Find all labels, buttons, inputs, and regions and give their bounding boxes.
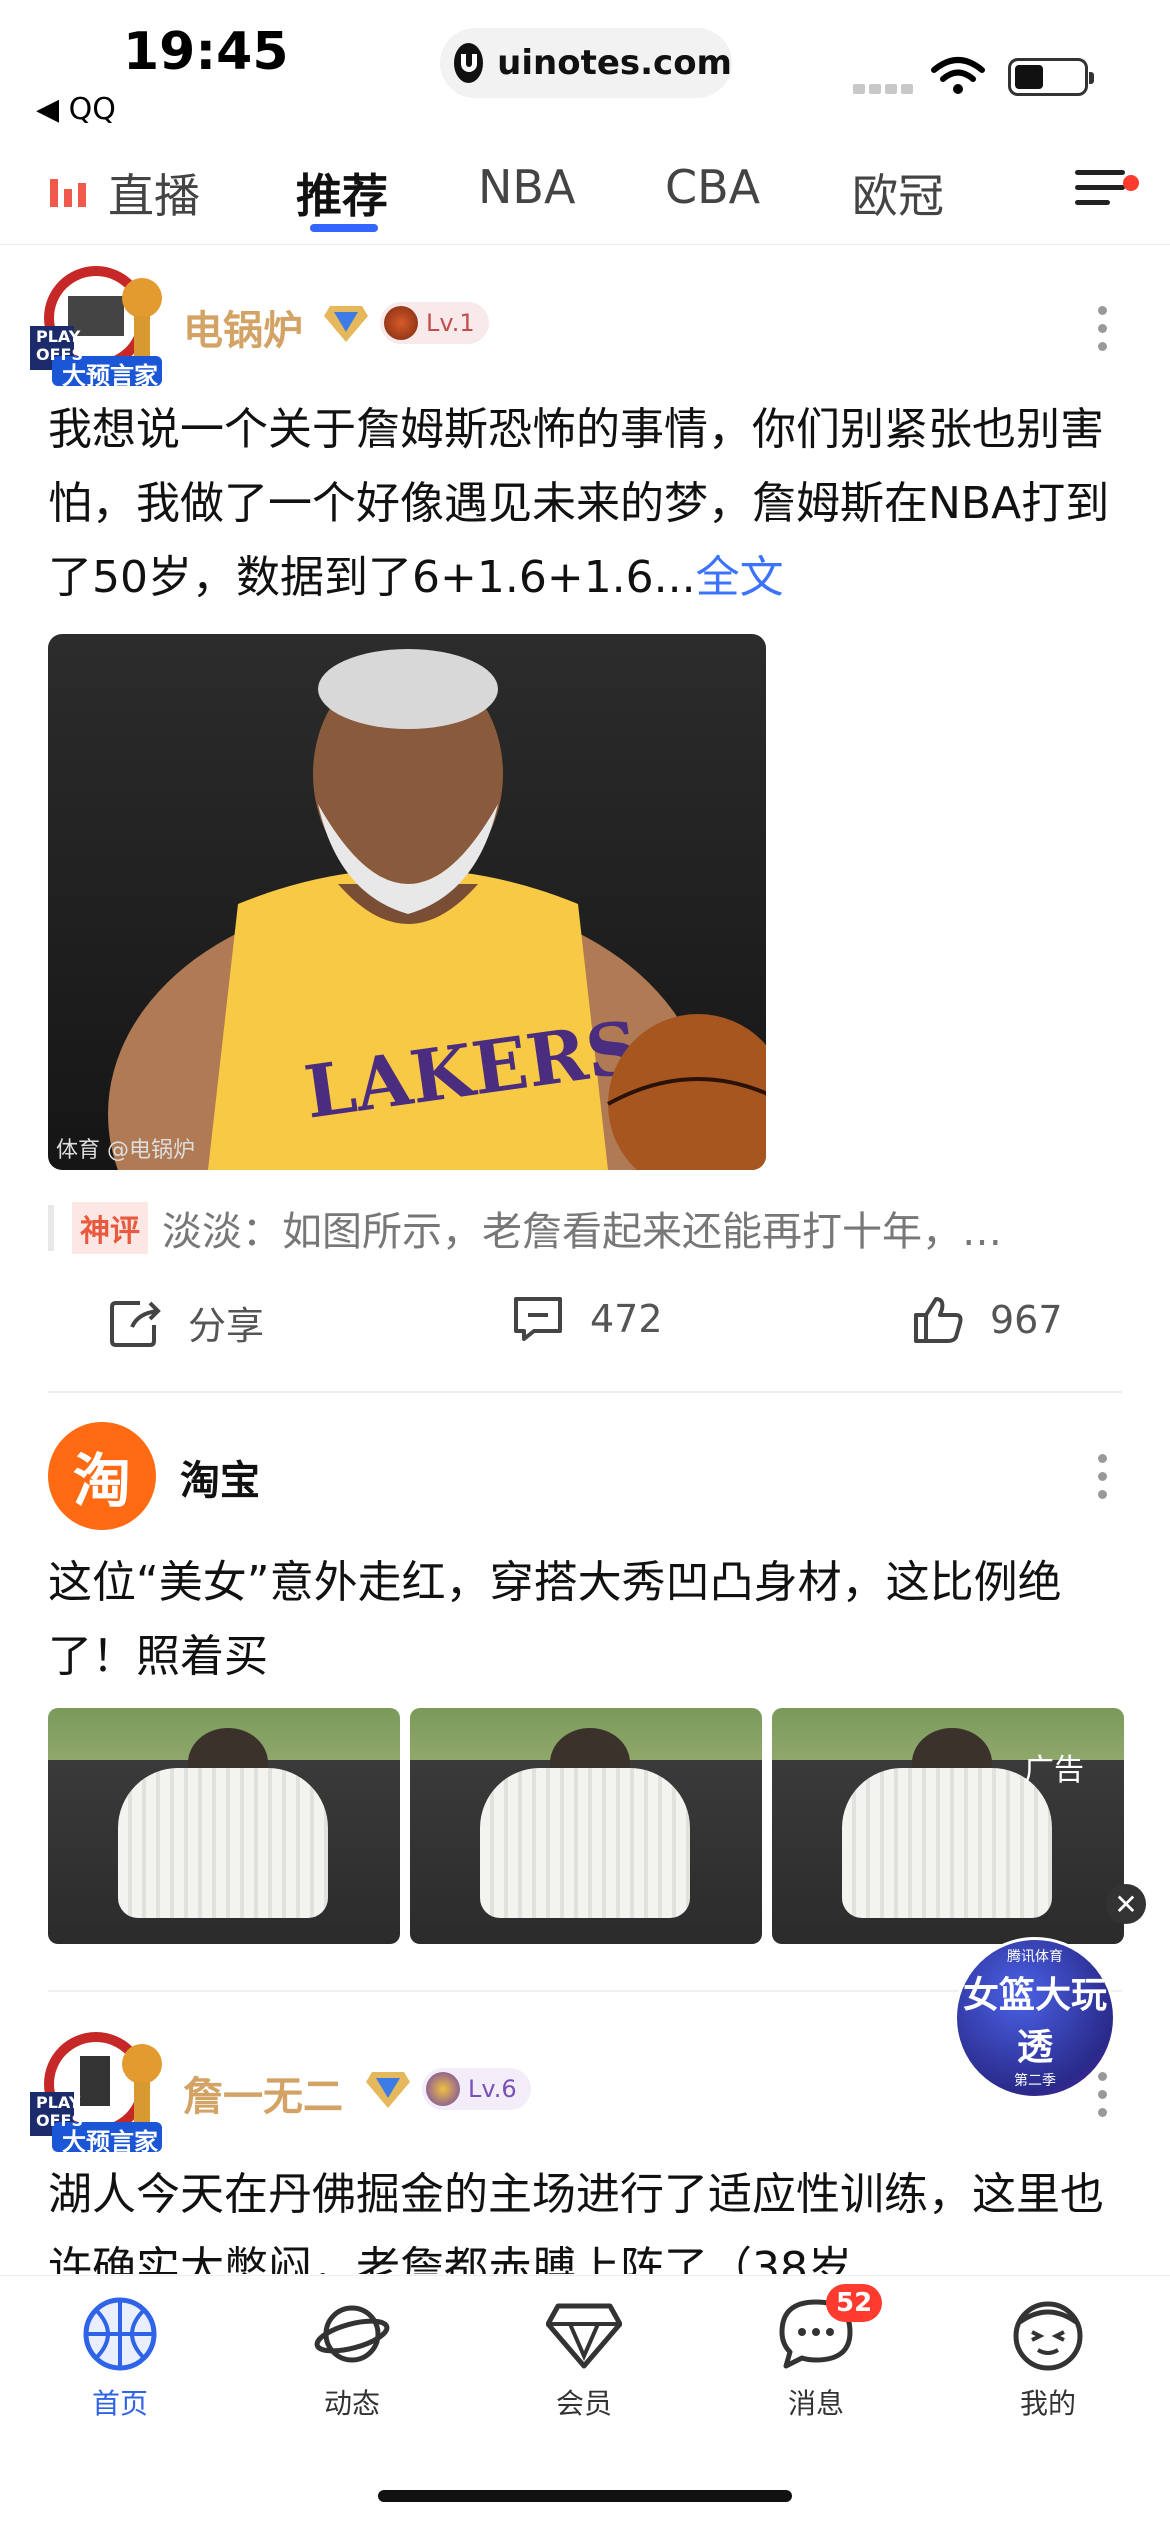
active-tab-indicator [310,224,378,232]
level-text: Lv.6 [468,2075,517,2103]
nav-feed-label: 动态 [323,2387,380,2420]
read-more-link[interactable]: 全文 [696,552,784,603]
vip-diamond-icon [324,306,368,342]
wifi-icon [931,57,985,94]
url-text: uinotes.com [497,43,732,83]
planet-icon [314,2305,390,2363]
status-bar: 19:45 ◀ QQ uinotes.com [0,0,1170,145]
share-icon [110,1300,161,1347]
post-username[interactable]: 电锅炉 [183,298,303,356]
nav-feed[interactable]: 动态 [282,2296,422,2422]
diamond-icon [546,2303,622,2369]
divider [48,1391,1122,1393]
share-label: 分享 [188,1304,265,1348]
image-watermark: 体育 @电锅炉 [56,1138,195,1163]
face-icon [1013,2301,1083,2371]
ad-image-2[interactable] [410,1708,762,1944]
tab-nba[interactable]: NBA [478,160,575,214]
tab-live[interactable]: 直播 [108,160,200,226]
post-text[interactable]: 我想说一个关于詹姆斯恐怖的事情，你们别紧张也别害怕，我做了一个好像遇见未来的梦，… [48,393,1128,615]
like-count: 967 [990,1298,1063,1342]
nav-vip[interactable]: 会员 [514,2296,654,2422]
live-bars-icon [50,179,86,207]
unread-count-badge: 52 [826,2284,883,2322]
channel-tabs: 直播 推荐 NBA CBA 欧冠 [0,145,1170,245]
advertiser-name[interactable]: 淘宝 [180,1448,260,1506]
promo-brand: 腾讯体育 [1007,1949,1063,1965]
status-time: 19:45 [123,22,289,82]
ad-image-3[interactable] [772,1708,1124,1944]
back-to-app-button[interactable]: ◀ QQ [36,92,116,127]
home-indicator[interactable] [378,2490,792,2502]
ad-label: 广告 [1024,1753,1084,1788]
share-button[interactable]: 分享 [110,1295,264,1350]
comment-bar [48,1205,54,1251]
tab-cba[interactable]: CBA [665,160,760,214]
url-pill[interactable]: uinotes.com [440,28,732,98]
signal-icon [853,84,913,96]
level-badge: Lv.1 [380,302,489,344]
menu-notification-dot [1123,175,1139,191]
comment-button[interactable]: 472 [512,1295,663,1343]
ad-image-1[interactable] [48,1708,400,1944]
channel-menu-icon[interactable] [1075,170,1125,214]
tab-champions-league[interactable]: 欧冠 [852,160,944,226]
tab-recommend[interactable]: 推荐 [296,160,388,226]
nav-home[interactable]: 首页 [50,2296,190,2422]
post-username[interactable]: 詹一无二 [183,2064,343,2122]
badge-bottom-text: 大预言家 [62,362,158,390]
ad-close-button[interactable]: ✕ [1106,1884,1146,1924]
vip-diamond-icon [366,2072,410,2108]
post-text[interactable]: 湖人今天在丹佛掘金的主场进行了适应性训练，这里也许确实太憋闷，老詹都赤膊上阵了（… [48,2158,1108,2274]
ad-more-options-icon[interactable] [1098,1454,1108,1508]
level-text: Lv.1 [426,309,475,337]
taobao-logo[interactable]: 淘 [48,1422,156,1530]
more-options-icon[interactable] [1098,2072,1108,2126]
ad-text[interactable]: 这位“美女”意外走红，穿搭大秀凹凸身材，这比例绝了！照着买 [48,1546,1108,1694]
level-badge: Lv.6 [422,2068,531,2110]
comment-count: 472 [590,1297,663,1341]
player-photo: LAKERS [108,649,766,1170]
basketball-icon [83,2297,157,2371]
level-ball-icon [384,306,418,340]
nav-vip-label: 会员 [555,2387,612,2420]
floating-promo-badge[interactable]: 腾讯体育 女篮大玩透 第二季 [954,1937,1116,2099]
battery-icon [1008,58,1094,96]
nav-profile[interactable]: 我的 [978,2296,1118,2422]
post-image[interactable]: LAKERS 体育 @电锅炉 [48,634,766,1170]
more-options-icon[interactable] [1098,306,1108,360]
like-button[interactable]: 967 [912,1295,1063,1345]
level-ball-icon [426,2072,460,2106]
featured-comment-tag: 神评 [72,1202,148,1254]
badge-bottom-text: 大预言家 [62,2128,158,2156]
site-icon [454,43,484,83]
featured-comment-text: 淡淡：如图所示，老詹看起来还能再打十年，哈… [162,1209,1002,1255]
featured-comment[interactable]: 神评 淡淡：如图所示，老詹看起来还能再打十年，哈… [48,1200,1108,1256]
comment-icon [514,1297,562,1341]
nav-messages-label: 消息 [787,2387,844,2420]
post-body: 我想说一个关于詹姆斯恐怖的事情，你们别紧张也别害怕，我做了一个好像遇见未来的梦，… [48,404,1110,603]
nav-home-label: 首页 [91,2387,148,2420]
promo-season: 第二季 [1014,2073,1056,2089]
thumbs-up-icon [914,1297,963,1343]
promo-title: 女篮大玩透 [962,1975,1107,2068]
nav-profile-label: 我的 [1019,2387,1076,2420]
